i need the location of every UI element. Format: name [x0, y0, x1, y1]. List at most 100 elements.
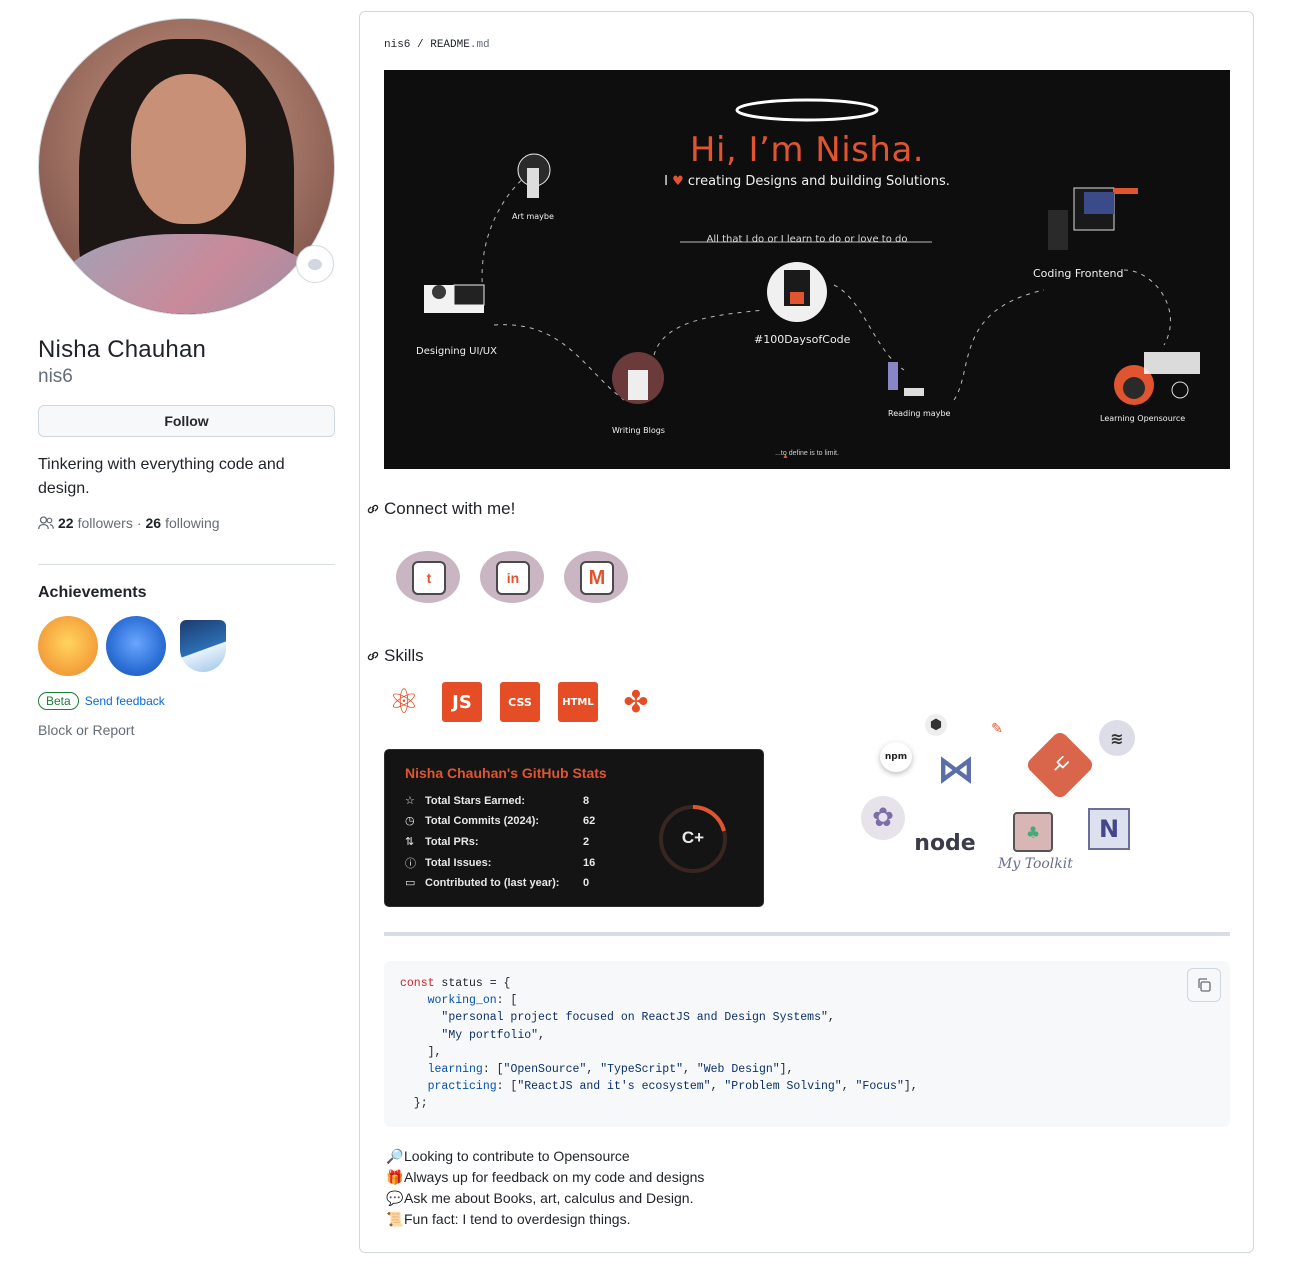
banner-subtitle-pre: I — [664, 174, 668, 189]
achievement-badges — [38, 616, 335, 676]
follow-button[interactable]: Follow — [38, 405, 335, 437]
note-item: 🔎Looking to contribute to Opensource — [386, 1146, 704, 1167]
stats-label: Total Commits (2024): — [425, 814, 540, 827]
banner-subtitle-post: creating Designs and building Solutions. — [687, 174, 950, 189]
block-or-report-link[interactable]: Block or Report — [38, 722, 335, 738]
git-icon: ⑂ — [1024, 729, 1096, 801]
followers-count[interactable]: 22 — [58, 515, 74, 531]
star-icon: ☆ — [405, 795, 415, 807]
banner-label-writing: Writing Blogs — [612, 426, 665, 435]
profile-sidebar: Nisha Chauhan nis6 Follow Tinkering with… — [38, 18, 335, 738]
twitter-link[interactable]: t — [390, 545, 464, 605]
history-icon: ◷ — [405, 815, 415, 827]
vscode-icon: ⋈ — [937, 747, 975, 791]
breadcrumb-user[interactable]: nis6 — [384, 39, 410, 51]
horizontal-rule — [384, 932, 1230, 936]
javascript-icon[interactable]: JS — [442, 682, 482, 722]
stats-value: 16 — [583, 857, 596, 869]
avatar[interactable] — [38, 18, 335, 315]
notion-icon: N — [1088, 808, 1130, 850]
react-icon[interactable]: ⚛ — [384, 682, 424, 722]
separator: · — [136, 515, 142, 531]
people-icon — [38, 516, 54, 530]
note-text: Ask me about Books, art, calculus and De… — [404, 1190, 694, 1206]
achievement-badge-shark[interactable] — [106, 616, 166, 676]
following-count[interactable]: 26 — [146, 515, 162, 531]
readme-card: nis6 / README.md ▲ Hi, I’m Nisha. I ♥ cr… — [359, 11, 1254, 1253]
smiley-icon — [308, 258, 322, 270]
stats-label: Total PRs: — [425, 835, 479, 848]
banner-tagline: All that I do or I learn to do or love t… — [706, 234, 908, 245]
stats-row-prs: ⇅ Total PRs: 2 — [405, 835, 589, 849]
beta-badge: Beta — [38, 692, 79, 710]
rank-grade: C+ — [681, 828, 705, 847]
breadcrumb-sep: / — [417, 39, 424, 51]
stats-label: Contributed to (last year): — [425, 876, 560, 889]
divider — [38, 564, 335, 565]
achievements-title: Achievements — [38, 584, 147, 601]
spotify-icon: ≋ — [1099, 720, 1135, 756]
scroll-icon: 📜 — [386, 1211, 404, 1227]
profile-bio: Tinkering with everything code and desig… — [38, 456, 285, 497]
banner-subtitle: I ♥ creating Designs and building Soluti… — [384, 174, 1230, 189]
html-icon[interactable]: HTML — [558, 682, 598, 722]
stats-row-stars: ☆ Total Stars Earned: 8 — [405, 794, 589, 808]
following-link[interactable]: following — [165, 515, 219, 531]
stats-row-commits: ◷ Total Commits (2024): 62 — [405, 814, 595, 828]
copy-button[interactable] — [1187, 968, 1221, 1002]
note-text: Looking to contribute to Opensource — [404, 1148, 630, 1164]
achievement-badge-quickdraw[interactable] — [180, 620, 226, 672]
feather-icon: ✎ — [991, 721, 1003, 737]
stats-label: Total Issues: — [425, 857, 492, 869]
profile-name: Nisha Chauhan — [38, 336, 207, 363]
github-stats-card[interactable]: Nisha Chauhan's GitHub Stats ☆ Total Star… — [384, 749, 764, 907]
skills-icons: ⚛ JS CSS HTML ✤ — [384, 682, 656, 722]
breadcrumb-file[interactable]: README — [430, 39, 470, 51]
heart-icon: ♥ — [672, 174, 684, 189]
copy-icon — [1198, 978, 1211, 992]
follow-stats: 22 followers · 26 following — [38, 515, 335, 531]
css-icon[interactable]: CSS — [500, 682, 540, 722]
gmail-link[interactable]: M — [558, 545, 632, 605]
social-links: t in M — [390, 545, 632, 605]
gmail-icon: M — [580, 561, 614, 595]
npm-icon: npm — [880, 742, 912, 772]
achievement-badge-cowboy[interactable] — [38, 616, 98, 676]
banner-label-frontend: Coding Frontend — [1033, 267, 1124, 280]
speech-bubble-icon: 💬 — [386, 1190, 404, 1206]
note-item: 📜Fun fact: I tend to overdesign things. — [386, 1209, 704, 1230]
linkedin-link[interactable]: in — [474, 545, 548, 605]
skills-heading-text: Skills — [384, 646, 424, 665]
banner-label-opensource: Learning Opensource — [1100, 414, 1186, 423]
hexagon-icon: ⬢ — [925, 714, 947, 736]
avatar-container — [38, 18, 335, 315]
python-icon[interactable]: ✤ — [616, 682, 656, 722]
note-text: Fun fact: I tend to overdesign things. — [404, 1211, 631, 1227]
linkedin-icon: in — [496, 561, 530, 595]
send-feedback-link[interactable]: Send feedback — [85, 694, 165, 708]
plant-app-icon: ♣ — [1013, 812, 1053, 852]
stats-label: Total Stars Earned: — [425, 794, 526, 807]
anchor-link-icon[interactable] — [366, 649, 380, 663]
readme-notes: 🔎Looking to contribute to Opensource 🎁Al… — [386, 1146, 704, 1230]
set-status-button[interactable] — [296, 245, 334, 283]
stats-title: Nisha Chauhan's GitHub Stats — [405, 765, 607, 781]
banner-label-reading: Reading maybe — [888, 409, 951, 418]
gift-icon: 🎁 — [386, 1169, 404, 1185]
skills-heading: Skills — [366, 646, 424, 666]
anchor-link-icon[interactable] — [366, 502, 380, 516]
followers-link[interactable]: followers — [78, 515, 133, 531]
readme-banner-image[interactable]: ▲ Hi, I’m Nisha. I ♥ creating Designs an… — [384, 70, 1230, 469]
toolkit-label: My Toolkit — [998, 856, 1073, 872]
pull-request-icon: ⇅ — [405, 836, 415, 848]
stats-value: 0 — [583, 876, 590, 889]
issue-icon: ⓘ — [405, 858, 416, 870]
breadcrumb-ext: .md — [469, 39, 490, 51]
banner-footer: ...to define is to limit. — [775, 450, 839, 457]
twitter-icon: t — [412, 561, 446, 595]
banner-label-100days: #100DaysofCode — [754, 333, 851, 346]
magnifier-icon: 🔎 — [386, 1148, 404, 1164]
readme-breadcrumb: nis6 / README.md — [384, 39, 490, 51]
profile-login: nis6 — [38, 366, 73, 387]
connect-heading: Connect with me! — [366, 499, 515, 519]
